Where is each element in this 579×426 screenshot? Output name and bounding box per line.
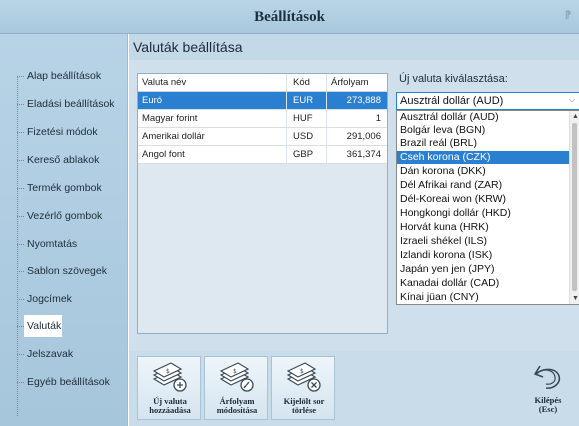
dropdown-option[interactable]: Izraeli shékel (ILS) bbox=[397, 235, 569, 248]
sidebar-item-valutak[interactable]: Valuták bbox=[17, 315, 62, 337]
dropdown-option[interactable]: Kanadai dollár (CAD) bbox=[397, 277, 569, 290]
sidebar-item-egyeb[interactable]: Egyéb beállítások bbox=[17, 373, 125, 391]
scroll-up-icon[interactable]: ▲ bbox=[572, 113, 579, 120]
dropdown-option[interactable]: Japán yen jen (JPY) bbox=[397, 263, 569, 276]
add-currency-label: Új valuta hozzáadása bbox=[138, 397, 202, 415]
edit-rate-label: Árfolyam módosítása bbox=[205, 397, 269, 415]
dropdown-option[interactable]: Dán korona (DKK) bbox=[397, 165, 569, 178]
chevron-down-icon[interactable]: ⌵ bbox=[569, 95, 575, 105]
window-title: Beállítások bbox=[254, 9, 325, 25]
dropdown-option[interactable]: Dél-Koreai won (KRW) bbox=[397, 193, 569, 206]
sidebar-item-label: Fizetési módok bbox=[27, 126, 98, 138]
sidebar-item-label: Termék gombok bbox=[27, 182, 102, 194]
label-line: hozzáadása bbox=[149, 405, 191, 415]
currency-table[interactable]: Valuta név Kód Árfolyam Euró EUR 273,888… bbox=[137, 73, 388, 334]
page-title: Valuták beállítása bbox=[129, 34, 579, 60]
exit-button[interactable]: Kilépés (Esc) bbox=[520, 356, 576, 420]
sidebar bbox=[0, 34, 128, 426]
sidebar-item-label: Nyomtatás bbox=[27, 238, 78, 250]
cell-rate: 1 bbox=[375, 113, 381, 124]
sidebar-item-eladasi[interactable]: Eladási beállítások bbox=[17, 95, 125, 113]
table-row[interactable]: Euró EUR 273,888 bbox=[138, 92, 387, 110]
delete-row-label: Kijelölt sor törlése bbox=[272, 397, 336, 415]
scrollbar-thumb[interactable] bbox=[572, 123, 577, 291]
sidebar-item-label: Egyéb beállítások bbox=[27, 376, 110, 388]
sidebar-item-alap[interactable]: Alap beállítások bbox=[17, 67, 125, 85]
sidebar-item-sablon[interactable]: Sablon szövegek bbox=[17, 262, 125, 280]
dropdown-option[interactable]: Izlandi korona (ISK) bbox=[397, 249, 569, 262]
currency-select-value: Ausztrál dollár (AUD) bbox=[400, 95, 504, 107]
sidebar-item-label: Jelszavak bbox=[27, 348, 74, 360]
svg-text:$: $ bbox=[166, 368, 170, 375]
dropdown-option[interactable]: Brazil reál (BRL) bbox=[397, 137, 569, 150]
table-header: Valuta név Kód Árfolyam bbox=[138, 74, 387, 92]
undo-arrow-icon bbox=[534, 365, 561, 389]
sidebar-item-jelszavak[interactable]: Jelszavak bbox=[17, 345, 125, 363]
sidebar-item-nyomtatas[interactable]: Nyomtatás bbox=[17, 235, 125, 253]
dropdown-option[interactable]: Dél Afrikai rand (ZAR) bbox=[397, 179, 569, 192]
table-row[interactable]: Angol font GBP 361,374 bbox=[138, 146, 387, 164]
sidebar-item-kereso[interactable]: Kereső ablakok bbox=[17, 151, 125, 169]
sidebar-item-label: Eladási beállítások bbox=[27, 98, 115, 110]
money-delete-icon: $ bbox=[286, 362, 321, 392]
cell-code: HUF bbox=[293, 113, 313, 124]
title-bar: Beállítások ⁋ bbox=[0, 0, 579, 34]
label-line: (Esc) bbox=[538, 404, 558, 414]
edit-rate-button[interactable]: $ Árfolyam módosítása bbox=[204, 356, 268, 420]
sidebar-item-label: Sablon szövegek bbox=[27, 265, 107, 277]
label-line: törlése bbox=[291, 405, 317, 415]
table-row[interactable]: Magyar forint HUF 1 bbox=[138, 110, 387, 128]
table-row[interactable]: Amerikai dollár USD 291,006 bbox=[138, 128, 387, 146]
dropdown-option[interactable]: Horvát kuna (HRK) bbox=[397, 221, 569, 234]
cell-rate: 361,374 bbox=[346, 149, 381, 160]
new-currency-label: Új valuta kiválasztása: bbox=[399, 73, 508, 85]
app-corner-icon: ⁋ bbox=[564, 10, 572, 21]
column-header-code[interactable]: Kód bbox=[293, 74, 310, 92]
column-divider bbox=[326, 74, 327, 164]
cell-rate: 291,006 bbox=[346, 131, 381, 142]
cell-name: Magyar forint bbox=[142, 113, 198, 124]
dropdown-scrollbar[interactable]: ▲ ▼ bbox=[569, 111, 579, 304]
currency-dropdown-list[interactable]: Ausztrál dollár (AUD) Bolgár leva (BGN) … bbox=[396, 110, 579, 305]
money-add-icon: $ bbox=[152, 362, 187, 392]
cell-name: Euró bbox=[142, 95, 163, 106]
sidebar-item-label: Vezérlő gombok bbox=[27, 210, 103, 222]
sidebar-item-jogcimek[interactable]: Jogcímek bbox=[17, 290, 125, 308]
cell-code: USD bbox=[293, 131, 314, 142]
dropdown-option[interactable]: Hongkongi dollár (HKD) bbox=[397, 207, 569, 220]
sidebar-item-vezerlo[interactable]: Vezérlő gombok bbox=[17, 207, 125, 225]
sidebar-item-label: Valuták bbox=[27, 320, 62, 332]
scroll-down-icon[interactable]: ▼ bbox=[572, 295, 579, 302]
money-edit-icon: $ bbox=[219, 362, 254, 392]
dropdown-option[interactable]: Kínai jüan (CNY) bbox=[397, 291, 569, 304]
column-header-name[interactable]: Valuta név bbox=[142, 74, 186, 92]
svg-text:$: $ bbox=[300, 368, 304, 375]
column-divider bbox=[286, 74, 287, 164]
svg-text:$: $ bbox=[233, 368, 237, 375]
sidebar-item-label: Kereső ablakok bbox=[27, 154, 100, 166]
cell-name: Angol font bbox=[142, 149, 185, 160]
dropdown-option[interactable]: Ausztrál dollár (AUD) bbox=[397, 111, 569, 124]
dropdown-option[interactable]: Cseh korona (CZK) bbox=[397, 151, 569, 164]
sidebar-item-fizetesi[interactable]: Fizetési módok bbox=[17, 123, 125, 141]
sidebar-item-label: Jogcímek bbox=[27, 293, 72, 305]
column-header-rate[interactable]: Árfolyam bbox=[331, 74, 368, 92]
delete-row-button[interactable]: $ Kijelölt sor törlése bbox=[271, 356, 335, 420]
sidebar-item-termek[interactable]: Termék gombok bbox=[17, 179, 125, 197]
add-currency-button[interactable]: $ Új valuta hozzáadása bbox=[137, 356, 201, 420]
label-line: módosítása bbox=[216, 405, 258, 415]
cell-name: Amerikai dollár bbox=[142, 131, 205, 142]
sidebar-item-label: Alap beállítások bbox=[27, 70, 102, 82]
cell-code: EUR bbox=[293, 95, 314, 106]
exit-label: Kilépés (Esc) bbox=[520, 396, 576, 414]
currency-select[interactable]: Ausztrál dollár (AUD) ⌵ bbox=[396, 92, 579, 110]
cell-rate: 273,888 bbox=[346, 95, 381, 106]
cell-code: GBP bbox=[293, 149, 314, 160]
dropdown-option[interactable]: Bolgár leva (BGN) bbox=[397, 124, 569, 137]
